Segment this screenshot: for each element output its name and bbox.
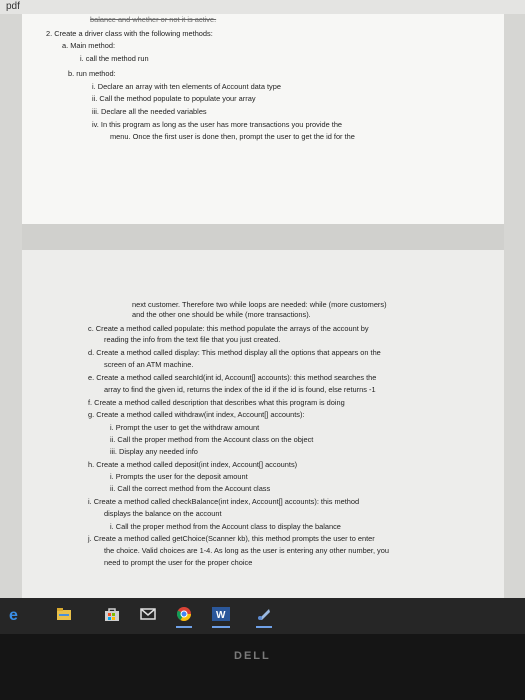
doc-line: reading the info from the text file that…: [104, 335, 281, 344]
screen: pdf balance and whether or not it is act…: [0, 0, 525, 598]
doc-line: c. Create a method called populate: this…: [88, 324, 369, 333]
chrome-icon[interactable]: [176, 606, 192, 628]
doc-line: h. Create a method called deposit(int in…: [88, 460, 298, 469]
svg-text:e: e: [9, 607, 18, 622]
file-explorer-icon[interactable]: [56, 606, 72, 622]
pdf-document[interactable]: balance and whether or not it is active.…: [22, 14, 504, 598]
word-label: W: [216, 610, 226, 621]
doc-line: i. call the method run: [80, 54, 149, 63]
pdf-page-1: balance and whether or not it is active.…: [22, 14, 504, 225]
doc-line: i. Call the proper method from the Accou…: [110, 522, 341, 531]
doc-line: displays the balance on the account: [104, 509, 222, 518]
doc-line: menu. Once the first user is done then, …: [110, 132, 355, 141]
doc-line: next customer. Therefore two while loops…: [132, 300, 387, 309]
snipping-tool-icon[interactable]: [256, 606, 272, 628]
doc-line: a. Main method:: [62, 41, 115, 50]
cutoff-line: balance and whether or not it is active.: [90, 15, 217, 24]
word-icon[interactable]: W: [212, 606, 230, 628]
doc-line: ii. Call the proper method from the Acco…: [110, 435, 314, 444]
doc-line: b. run method:: [68, 69, 116, 78]
taskbar: e W: [0, 598, 525, 634]
dell-logo: DELL: [234, 650, 271, 662]
doc-line: iii. Display any needed info: [110, 447, 198, 456]
doc-line: iii. Declare all the needed variables: [92, 107, 207, 116]
title-bar: pdf: [0, 0, 525, 14]
doc-line: i. Prompts the user for the deposit amou…: [110, 472, 248, 481]
doc-line: d. Create a method called display: This …: [88, 348, 381, 357]
doc-line: array to find the given id, returns the …: [104, 385, 376, 394]
doc-line: and the other one should be while (more …: [132, 310, 311, 319]
window-title: pdf: [6, 1, 20, 12]
doc-line: the choice. Valid choices are 1-4. As lo…: [104, 546, 389, 555]
doc-line: need to prompt the user for the proper c…: [104, 558, 253, 567]
monitor-bezel: DELL: [0, 634, 525, 700]
doc-line: f. Create a method called description th…: [88, 398, 345, 407]
mail-icon[interactable]: [140, 606, 156, 622]
page-gap: [22, 224, 504, 250]
doc-line: iv. In this program as long as the user …: [92, 120, 343, 129]
store-icon[interactable]: [104, 606, 120, 622]
doc-line: screen of an ATM machine.: [104, 360, 194, 369]
edge-icon[interactable]: e: [8, 606, 24, 624]
pdf-page-2: next customer. Therefore two while loops…: [22, 250, 504, 598]
doc-line: j. Create a method called getChoice(Scan…: [88, 534, 375, 543]
doc-line: 2. Create a driver class with the follow…: [46, 29, 213, 38]
doc-line: e. Create a method called searchId(int i…: [88, 373, 377, 382]
doc-line: i. Declare an array with ten elements of…: [92, 82, 281, 91]
doc-line: i. Create a method called checkBalance(i…: [88, 497, 360, 506]
doc-line: i. Prompt the user to get the withdraw a…: [110, 423, 260, 432]
doc-line: ii. Call the method populate to populate…: [92, 94, 256, 103]
doc-line: g. Create a method called withdraw(int i…: [88, 410, 305, 419]
doc-line: ii. Call the correct method from the Acc…: [110, 484, 271, 493]
